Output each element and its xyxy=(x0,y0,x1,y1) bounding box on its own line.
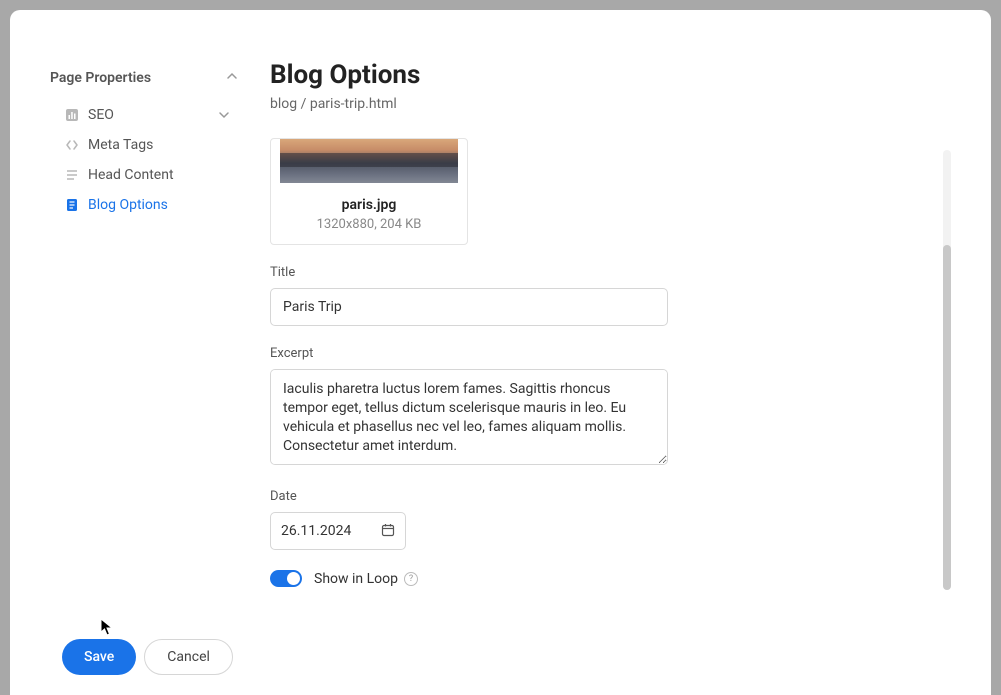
sidebar-title: Page Properties xyxy=(50,70,151,86)
chart-icon xyxy=(64,107,80,123)
date-value: 26.11.2024 xyxy=(281,523,373,539)
sidebar-item-label: Blog Options xyxy=(88,197,168,213)
featured-image-card[interactable]: paris.jpg 1320x880, 204 KB xyxy=(270,138,468,245)
show-in-loop-label: Show in Loop ? xyxy=(314,571,418,587)
excerpt-label: Excerpt xyxy=(270,346,923,361)
sidebar-item-meta-tags[interactable]: Meta Tags xyxy=(50,130,238,160)
chevron-down-icon xyxy=(216,107,232,123)
sidebar: Page Properties SEO Meta Tags xyxy=(10,10,250,639)
breadcrumb: blog / paris-trip.html xyxy=(270,96,923,112)
help-icon[interactable]: ? xyxy=(404,572,418,586)
show-in-loop-row: Show in Loop ? xyxy=(270,570,923,587)
page-properties-modal: Page Properties SEO Meta Tags xyxy=(10,10,991,695)
show-in-loop-toggle[interactable] xyxy=(270,570,302,587)
modal-footer: Save Cancel xyxy=(10,639,991,695)
date-label: Date xyxy=(270,489,923,504)
excerpt-field: Excerpt xyxy=(270,346,923,469)
sidebar-item-blog-options[interactable]: Blog Options xyxy=(50,190,238,220)
sidebar-section-header[interactable]: Page Properties xyxy=(50,70,238,86)
main-scroll-area: Blog Options blog / paris-trip.html pari… xyxy=(270,60,943,619)
lines-icon xyxy=(64,167,80,183)
cancel-button[interactable]: Cancel xyxy=(144,639,233,675)
date-input[interactable]: 26.11.2024 xyxy=(270,512,406,550)
sidebar-item-label: Meta Tags xyxy=(88,137,153,153)
date-field: Date 26.11.2024 xyxy=(270,489,923,550)
calendar-icon xyxy=(381,522,395,541)
sidebar-item-head-content[interactable]: Head Content xyxy=(50,160,238,190)
sidebar-item-seo[interactable]: SEO xyxy=(50,100,238,130)
title-label: Title xyxy=(270,265,923,280)
toggle-knob xyxy=(287,572,300,585)
document-icon xyxy=(64,197,80,213)
image-card-text: paris.jpg 1320x880, 204 KB xyxy=(271,183,467,244)
excerpt-textarea[interactable] xyxy=(270,369,668,465)
page-title: Blog Options xyxy=(270,60,923,90)
sidebar-item-label: SEO xyxy=(88,107,114,123)
image-meta: 1320x880, 204 KB xyxy=(279,217,459,232)
modal-content: Page Properties SEO Meta Tags xyxy=(10,10,991,639)
main-panel: Blog Options blog / paris-trip.html pari… xyxy=(250,10,991,639)
save-button[interactable]: Save xyxy=(62,639,136,675)
title-input[interactable] xyxy=(270,288,668,326)
image-filename: paris.jpg xyxy=(279,197,459,213)
title-field: Title xyxy=(270,265,923,326)
sidebar-item-label: Head Content xyxy=(88,167,174,183)
chevron-up-icon xyxy=(226,70,238,86)
code-icon xyxy=(64,137,80,153)
scrollbar-track[interactable] xyxy=(943,150,951,590)
image-preview xyxy=(280,139,458,183)
scrollbar-thumb[interactable] xyxy=(943,245,951,590)
toggle-label-text: Show in Loop xyxy=(314,571,398,587)
